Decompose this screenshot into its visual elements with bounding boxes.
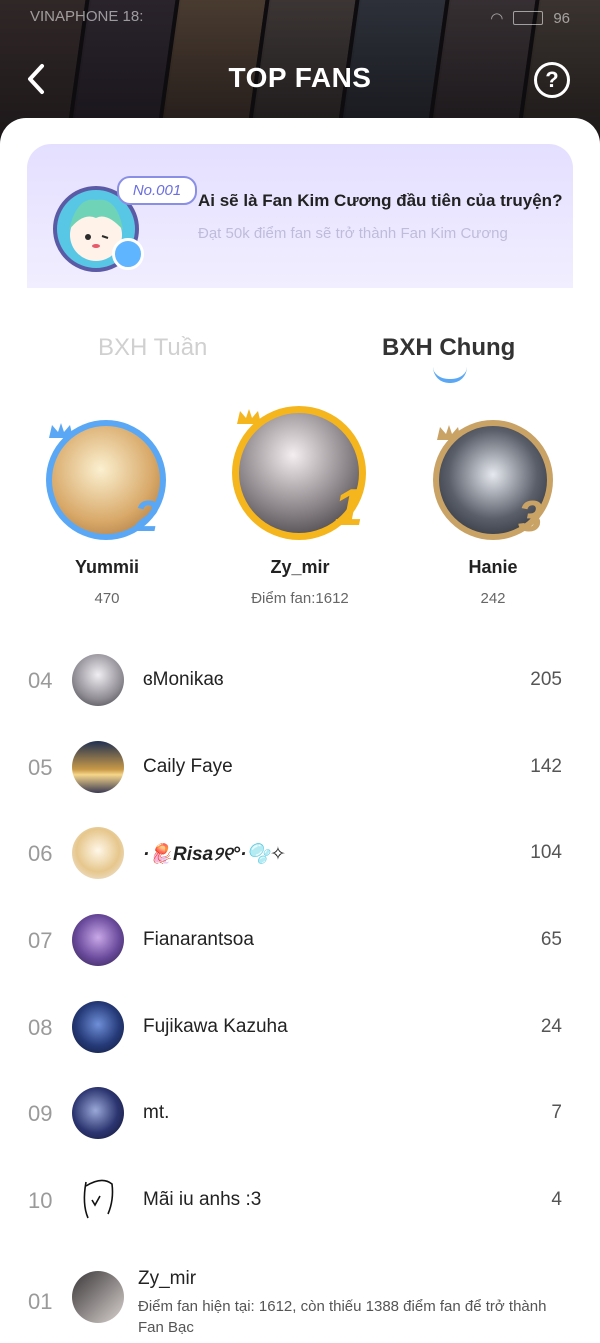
rank-number: 09 — [28, 1101, 53, 1126]
fan-name: Caily Faye — [143, 756, 233, 777]
rank-2-digit: 2 — [134, 492, 159, 541]
podium-3-name: Hanie — [468, 557, 518, 577]
rank-1-digit: 1 — [334, 479, 363, 537]
fan-name: Fujikawa Kazuha — [143, 1016, 288, 1037]
rank-number: 05 — [28, 755, 53, 780]
fan-score: 4 — [551, 1189, 562, 1210]
tab-weekly[interactable]: BXH Tuần — [98, 334, 207, 362]
my-progress-text: Điểm fan hiện tại: 1612, còn thiếu 1388 … — [138, 1298, 547, 1336]
fan-name: ɞMonikaɞ — [143, 669, 224, 690]
fan-score: 24 — [540, 1016, 562, 1037]
diamond-icon — [112, 238, 144, 270]
list-item[interactable]: 04 ɞMonikaɞ 205 — [0, 650, 600, 710]
fan-score: 104 — [530, 842, 562, 863]
fan-name: ·🪼Risa୨୧°·🫧✧ — [143, 844, 286, 865]
avatar — [72, 654, 124, 706]
fan-name: Mãi iu anhs :3 — [143, 1189, 262, 1210]
podium-2-name: Yummii — [74, 557, 140, 577]
help-button[interactable]: ? — [534, 62, 570, 98]
podium-1-name: Zy_mir — [270, 557, 330, 577]
avatar — [72, 827, 124, 879]
fan-score: 142 — [530, 756, 562, 777]
list-item[interactable]: 10 Mãi iu anhs :3 4 — [0, 1170, 600, 1230]
fan-name: Fianarantsoa — [143, 929, 254, 950]
list-item[interactable]: 09 mt. 7 — [0, 1083, 600, 1143]
banner-title: Ai sẽ là Fan Kim Cương đầu tiên của truy… — [198, 191, 563, 210]
rank-number: 04 — [28, 668, 53, 693]
rank-number: 07 — [28, 928, 53, 953]
avatar — [72, 1087, 124, 1139]
my-rank-number: 01 — [28, 1289, 53, 1314]
rank-number: 08 — [28, 1015, 53, 1040]
main-sheet — [0, 118, 600, 1343]
wifi-icon: ◠ — [490, 10, 504, 27]
avatar — [72, 914, 124, 966]
rank-number: 06 — [28, 841, 53, 866]
battery-icon — [513, 11, 544, 25]
podium-3-points: 242 — [480, 590, 506, 607]
status-bar: VINAPHONE 18: ◠ 96 — [30, 8, 570, 28]
banner-subtitle: Đạt 50k điểm fan sẽ trở thành Fan Kim Cư… — [198, 225, 508, 242]
carrier: VINAPHONE — [30, 8, 119, 25]
list-item[interactable]: 06 ·🪼Risa୨୧°·🫧✧ 104 — [0, 823, 600, 883]
question-icon: ? — [545, 67, 559, 92]
fan-score: 7 — [551, 1102, 562, 1123]
fan-score: 205 — [530, 669, 562, 690]
avatar — [72, 1174, 124, 1226]
podium-1-points: Điểm fan:1612 — [251, 590, 349, 607]
avatar — [72, 1001, 124, 1053]
my-avatar — [72, 1271, 124, 1323]
rank-3-digit: 3 — [518, 492, 543, 541]
avatar — [72, 741, 124, 793]
list-item[interactable]: 07 Fianarantsoa 65 — [0, 910, 600, 970]
tab-overall[interactable]: BXH Chung — [382, 334, 515, 362]
clock: 18: — [122, 8, 144, 25]
page-title: TOP FANS — [228, 62, 372, 93]
rank-badge: No.001 — [117, 176, 197, 205]
list-item[interactable]: 08 Fujikawa Kazuha 24 — [0, 997, 600, 1057]
battery-level: 96 — [553, 9, 570, 27]
list-item[interactable]: 05 Caily Faye 142 — [0, 737, 600, 797]
rank-number: 10 — [28, 1188, 53, 1213]
fan-score: 65 — [540, 929, 562, 950]
podium-2-points: 470 — [94, 590, 120, 607]
my-name: Zy_mir — [138, 1268, 197, 1289]
fan-name: mt. — [143, 1102, 170, 1123]
